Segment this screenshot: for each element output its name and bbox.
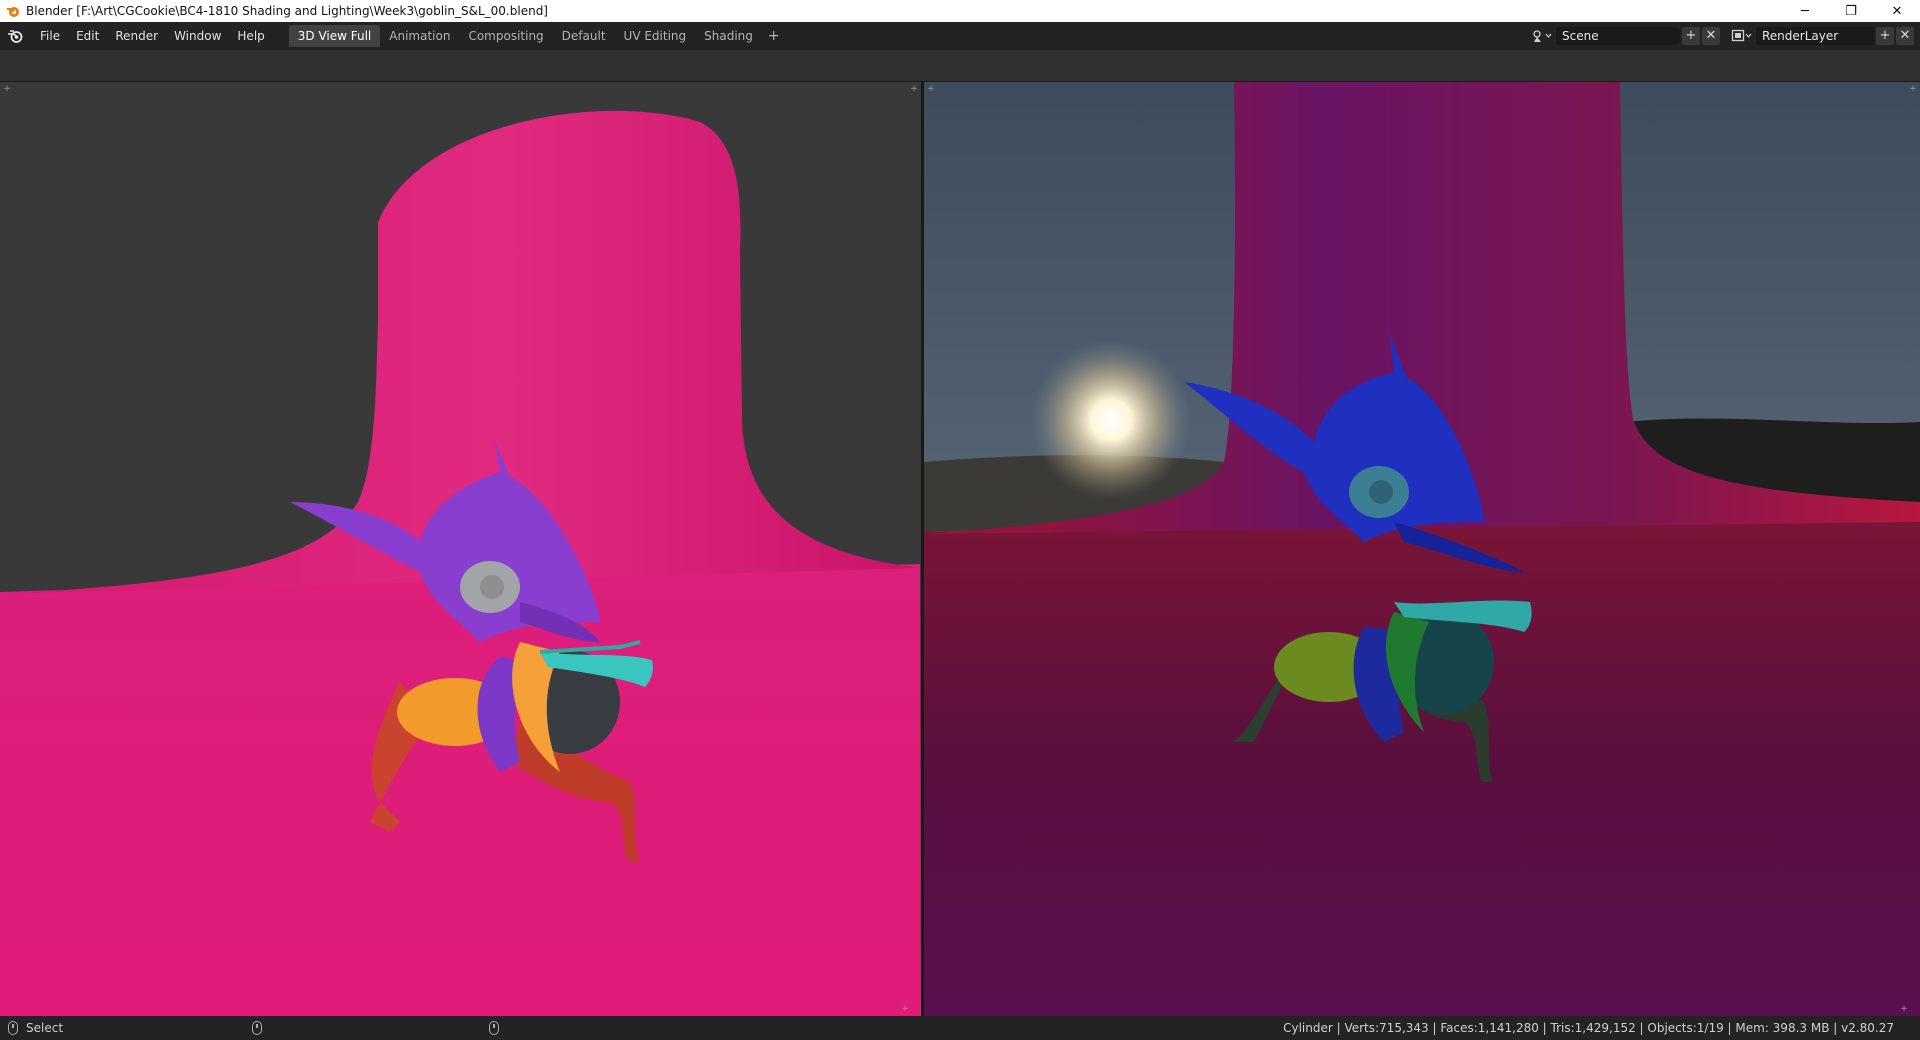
tab-shading[interactable]: Shading xyxy=(695,25,762,47)
workspace-tabs: 3D View Full Animation Compositing Defau… xyxy=(288,22,786,50)
area-corner-top-right[interactable]: + xyxy=(910,85,918,94)
mouse-right-icon xyxy=(489,1021,499,1035)
remove-render-layer-button[interactable]: ✕ xyxy=(1896,27,1914,45)
render-layer-name-field[interactable]: RenderLayer xyxy=(1756,27,1874,45)
menu-edit[interactable]: Edit xyxy=(68,25,107,47)
viewport-solid[interactable]: + + + xyxy=(0,82,921,1016)
menu-help[interactable]: Help xyxy=(229,25,272,47)
scene-name-field[interactable]: Scene xyxy=(1556,27,1680,45)
ground-plane xyxy=(0,564,921,1016)
scene-icon xyxy=(1533,30,1552,42)
viewport-rendered[interactable]: + + + xyxy=(924,82,1920,1016)
window-title: Blender [F:\Art\CGCookie\BC4-1810 Shadin… xyxy=(26,4,548,18)
close-button[interactable]: ✕ xyxy=(1874,0,1920,22)
render-layer-icon xyxy=(1731,29,1752,42)
blender-top-bar: File Edit Render Window Help 3D View Ful… xyxy=(0,22,1920,50)
add-render-layer-button[interactable]: + xyxy=(1876,27,1894,45)
render-layer-browse-button[interactable] xyxy=(1728,27,1756,45)
blender-icon xyxy=(8,30,23,43)
mouse-left-icon xyxy=(8,1021,18,1035)
scene-statistics: Cylinder | Verts:715,343 | Faces:1,141,2… xyxy=(1283,1021,1894,1035)
viewport-header-strip xyxy=(0,50,1920,82)
minimize-button[interactable]: ─ xyxy=(1782,0,1828,22)
tab-animation[interactable]: Animation xyxy=(380,25,459,47)
add-scene-button[interactable]: + xyxy=(1682,27,1700,45)
status-action-label: Select xyxy=(26,1021,64,1035)
remove-scene-button[interactable]: ✕ xyxy=(1702,27,1720,45)
rendered-viewport-scene xyxy=(924,82,1920,1016)
blender-app-icon xyxy=(7,7,19,17)
menu-render[interactable]: Render xyxy=(107,25,166,47)
tab-default[interactable]: Default xyxy=(553,25,615,47)
status-bar: Select Cylinder | Verts:715,343 | Faces:… xyxy=(0,1016,1920,1040)
area-corner-top-left-right[interactable]: + xyxy=(927,85,935,94)
tab-3d-view-full[interactable]: 3D View Full xyxy=(288,25,381,47)
ground-plane-rendered xyxy=(924,512,1920,1016)
area-corner-top-left[interactable]: + xyxy=(3,85,11,94)
menu-file[interactable]: File xyxy=(32,25,68,47)
area-corner-bottom-right-right[interactable]: + xyxy=(1900,1005,1908,1014)
mouse-middle-icon xyxy=(252,1021,262,1035)
tab-compositing[interactable]: Compositing xyxy=(459,25,552,47)
area-corner-bottom-right[interactable]: + xyxy=(901,1005,909,1014)
solid-viewport-scene xyxy=(0,82,921,1016)
menu-window[interactable]: Window xyxy=(166,25,229,47)
add-workspace-button[interactable]: + xyxy=(762,28,786,44)
scene-browse-button[interactable] xyxy=(1528,27,1556,45)
window-title-bar: Blender [F:\Art\CGCookie\BC4-1810 Shadin… xyxy=(0,0,1920,22)
scene-selector-area: Scene + ✕ RenderLayer + ✕ xyxy=(1528,22,1920,50)
blender-menu-button[interactable] xyxy=(6,27,24,45)
restore-button[interactable]: ❐ xyxy=(1828,0,1874,22)
area-corner-top-right-right[interactable]: + xyxy=(1909,85,1917,94)
sun-glow xyxy=(1031,340,1191,500)
tab-uv-editing[interactable]: UV Editing xyxy=(615,25,696,47)
